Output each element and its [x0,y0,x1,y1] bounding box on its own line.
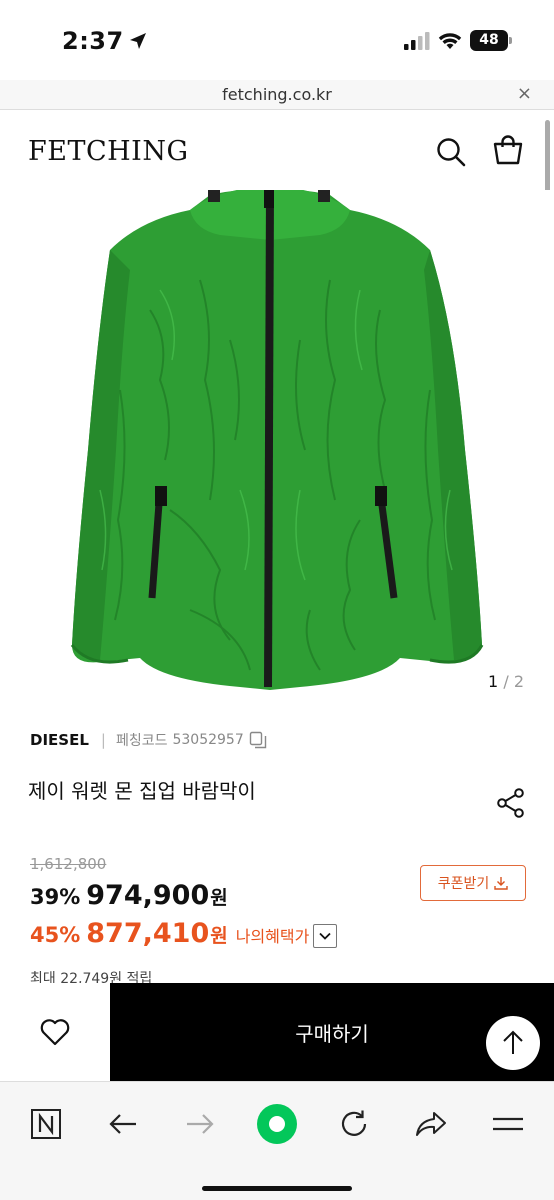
currency: 원 [210,887,228,909]
my-currency: 원 [210,925,228,947]
download-icon [494,877,508,890]
jacket-image [70,185,484,691]
site-header: FETCHING [0,110,554,190]
home-indicator [202,1186,352,1191]
forward-button[interactable] [178,1102,222,1146]
time-text: 2:37 [62,27,124,55]
reload-icon [341,1110,367,1136]
share-icon[interactable] [497,788,525,818]
naver-n-icon [31,1109,61,1139]
scroll-top-button[interactable] [486,1016,540,1070]
search-icon[interactable] [436,137,466,167]
coupon-label: 쿠폰받기 [437,876,490,892]
arrow-right-icon [187,1114,214,1134]
green-dot-button[interactable] [255,1102,299,1146]
url-text[interactable]: fetching.co.kr [0,85,554,104]
heart-icon [40,1019,70,1046]
brand-name[interactable]: DIESEL [30,731,89,749]
price-row: 39% 974,900 원 [30,880,228,911]
status-time: 2:37 [62,27,148,55]
my-price: 877,410 [86,918,210,949]
green-dot-icon [257,1104,297,1144]
image-current: 1 [488,672,499,691]
menu-button[interactable] [486,1102,530,1146]
battery-indicator: 48 [470,30,512,51]
share-arrow-icon [416,1112,446,1136]
reload-button[interactable] [332,1102,376,1146]
product-code: 53052957 [172,732,244,748]
shopping-bag-icon[interactable] [493,135,523,165]
my-price-row: 45% 877,410 원 나의혜택가 [30,918,309,949]
benefit-toggle[interactable] [313,924,337,948]
chevron-down-icon [319,932,331,940]
buy-bar: 구매하기 [0,983,554,1081]
close-icon[interactable]: × [517,83,532,104]
menu-icon [493,1117,523,1131]
divider: | [100,731,106,749]
image-total: 2 [513,672,524,691]
signal-icon [404,31,430,50]
image-separator: / [503,672,509,691]
status-icons: 48 [404,30,512,51]
arrow-left-icon [109,1114,136,1134]
original-price: 1,612,800 [30,855,107,873]
copy-icon[interactable] [249,731,267,749]
discount-rate: 39% [30,885,81,909]
share-page-button[interactable] [409,1102,453,1146]
location-arrow-icon [129,33,146,49]
browser-toolbar [0,1081,554,1200]
my-discount-rate: 45% [30,923,81,947]
my-benefit-label: 나의혜택가 [235,927,310,946]
wishlist-button[interactable] [0,983,110,1081]
sale-price: 974,900 [86,880,210,911]
site-logo[interactable]: FETCHING [28,136,189,167]
product-image[interactable]: 1 / 2 [0,185,554,700]
status-bar: 2:37 48 [0,0,554,80]
code-label: 페칭코드 [115,733,168,749]
product-title: 제이 워렛 몬 집업 바람막이 [28,779,256,803]
brand-row: DIESEL | 페칭코드 53052957 [30,730,267,750]
arrow-up-icon [503,1030,523,1054]
coupon-button[interactable]: 쿠폰받기 [420,865,526,901]
naver-home-button[interactable] [24,1102,68,1146]
back-button[interactable] [101,1102,145,1146]
url-bar[interactable]: fetching.co.kr × [0,80,554,110]
image-counter: 1 / 2 [488,672,524,691]
wifi-icon [438,32,462,49]
